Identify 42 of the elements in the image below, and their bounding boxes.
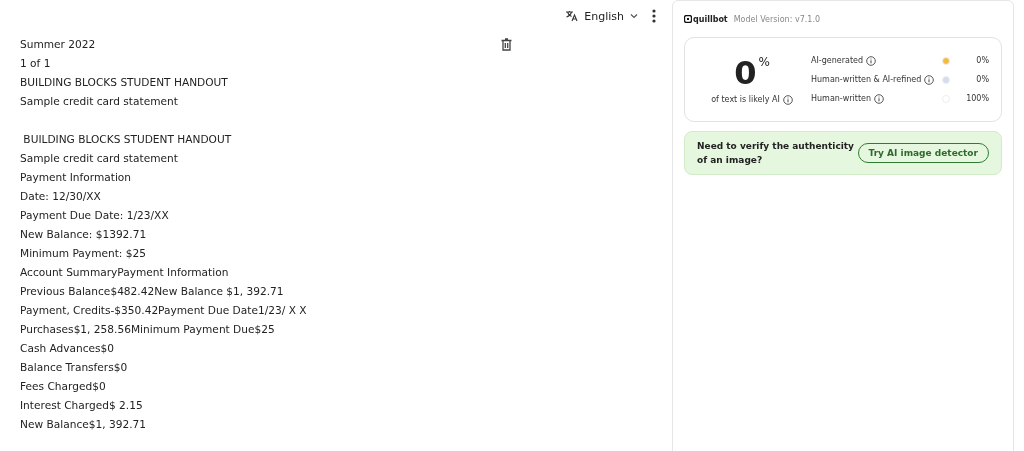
language-dropdown[interactable]: English	[565, 9, 638, 23]
document-text-line: Balance Transfers$0	[20, 360, 128, 375]
category-percent: 0%	[975, 56, 989, 65]
document-text-line: Payment, Credits-$350.42Payment Due Date1/23/ X X	[20, 303, 307, 318]
document-text-line: Purchases$1, 258.56Minimum Payment Due$25	[20, 322, 275, 337]
document-text-line: Payment Information	[20, 170, 132, 185]
category-label: Human-written & AI-refined	[811, 75, 922, 84]
category-label: AI-generated	[811, 56, 864, 65]
chevron-down-icon	[630, 13, 638, 19]
brand-logo: quillbot	[684, 14, 728, 24]
ai-score: 0	[734, 54, 757, 91]
document-text-line: Previous Balance$482.42New Balance $1, 392.71	[20, 284, 284, 299]
info-icon[interactable]	[866, 55, 877, 66]
delete-icon[interactable]	[501, 38, 512, 51]
document-text-line: BUILDING BLOCKS STUDENT HANDOUT	[20, 75, 228, 90]
info-icon[interactable]	[924, 74, 935, 85]
category-label: Human-written	[811, 94, 872, 103]
model-version: Model Version: v7.1.0	[733, 14, 820, 24]
document-text-line: Interest Charged$ 2.15	[20, 398, 143, 413]
more-options-icon[interactable]	[652, 9, 656, 23]
document-text-line: New Balance$1, 392.71	[20, 417, 146, 432]
document-text-line: Fees Charged$0	[20, 379, 106, 394]
document-text-line: Sample credit card statement	[20, 94, 178, 109]
translate-icon	[565, 10, 579, 22]
document-text-line: 1 of 1	[20, 56, 51, 71]
logo-icon	[684, 15, 692, 23]
document-text-line: Summer 2022	[20, 37, 96, 52]
document-text-line: New Balance: $1392.71	[20, 227, 147, 242]
document-text-line: Minimum Payment: $25	[20, 246, 146, 261]
category-percent: 100%	[965, 94, 989, 103]
promo-text: Need to verify the authenticity of an image?	[697, 140, 855, 167]
info-icon[interactable]	[782, 94, 793, 105]
document-text-line: Sample credit card statement	[20, 151, 178, 166]
document-text-line: Account SummaryPayment Information	[20, 265, 229, 280]
document-text-line: Cash Advances$0	[20, 341, 115, 356]
score-caption: of text is likely AI	[711, 95, 780, 104]
document-text-line: Payment Due Date: 1/23/XX	[20, 208, 169, 223]
category-percent: 0%	[975, 75, 989, 84]
document-text-line: Date: 12/30/XX	[20, 189, 101, 204]
info-icon[interactable]	[874, 93, 885, 104]
document-text-line: BUILDING BLOCKS STUDENT HANDOUT	[22, 132, 232, 147]
percent-sign: %	[758, 54, 770, 69]
